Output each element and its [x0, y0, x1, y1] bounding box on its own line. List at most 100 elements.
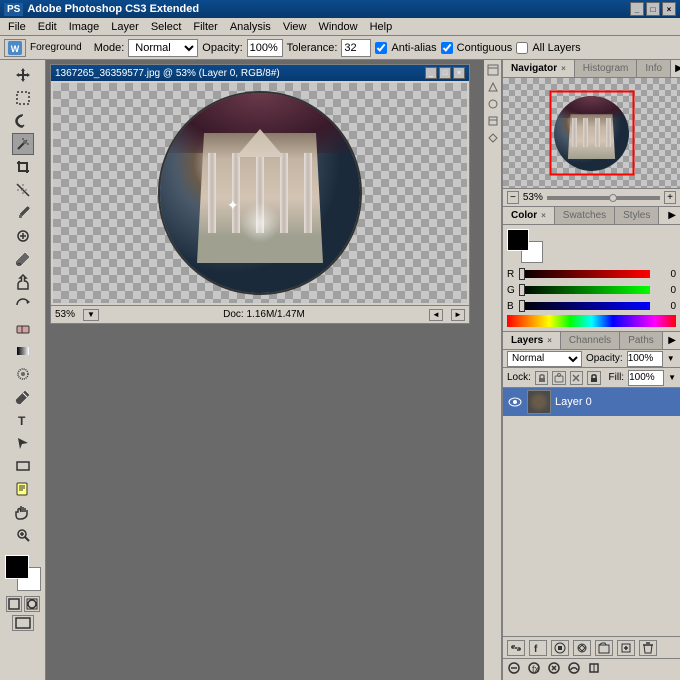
- zoom-out-btn[interactable]: −: [507, 191, 519, 204]
- slice-tool[interactable]: [12, 179, 34, 201]
- tab-color[interactable]: Color ×: [503, 207, 555, 224]
- menu-file[interactable]: File: [2, 20, 32, 34]
- lock-image-btn[interactable]: [552, 371, 565, 385]
- new-layer-btn[interactable]: [617, 640, 635, 656]
- panel-toggle-btn-4[interactable]: [485, 113, 501, 129]
- tab-color-close[interactable]: ×: [541, 211, 546, 220]
- eraser-tool[interactable]: [12, 317, 34, 339]
- panel-toggle-btn-2[interactable]: [485, 79, 501, 95]
- opacity-arrow[interactable]: ▼: [667, 354, 675, 363]
- anti-alias-checkbox[interactable]: [375, 42, 387, 54]
- shape-tool[interactable]: [12, 455, 34, 477]
- layers-bottom-icon-2[interactable]: fx: [527, 661, 541, 678]
- g-slider[interactable]: [519, 286, 650, 294]
- foreground-color-box[interactable]: [507, 229, 529, 251]
- add-style-btn[interactable]: f: [529, 640, 547, 656]
- fill-input[interactable]: [628, 370, 664, 386]
- tab-channels[interactable]: Channels: [561, 332, 620, 349]
- tab-paths[interactable]: Paths: [620, 332, 663, 349]
- menu-image[interactable]: Image: [63, 20, 106, 34]
- layers-bottom-icon-3[interactable]: [547, 661, 561, 678]
- menu-view[interactable]: View: [277, 20, 313, 34]
- zoom-slider[interactable]: [547, 196, 660, 200]
- type-tool[interactable]: T: [12, 409, 34, 431]
- opacity-input[interactable]: [247, 39, 283, 57]
- menu-analysis[interactable]: Analysis: [224, 20, 277, 34]
- navigator-panel-menu-btn[interactable]: ▶: [671, 61, 680, 76]
- tab-navigator[interactable]: Navigator ×: [503, 60, 575, 77]
- tolerance-input[interactable]: [341, 39, 371, 57]
- clone-stamp-tool[interactable]: [12, 271, 34, 293]
- healing-brush-tool[interactable]: [12, 225, 34, 247]
- screen-mode-btn[interactable]: [12, 615, 34, 631]
- zoom-menu-btn[interactable]: ▼: [83, 309, 99, 321]
- menu-help[interactable]: Help: [364, 20, 399, 34]
- all-layers-checkbox[interactable]: [516, 42, 528, 54]
- link-layers-btn[interactable]: [507, 640, 525, 656]
- hand-tool[interactable]: [12, 501, 34, 523]
- foreground-color-swatch[interactable]: [5, 555, 29, 579]
- doc-close-btn[interactable]: ×: [453, 67, 465, 79]
- layer-row-0[interactable]: Layer 0: [503, 388, 680, 416]
- add-mask-btn[interactable]: [551, 640, 569, 656]
- lock-transparent-btn[interactable]: [535, 371, 548, 385]
- eyedropper-tool[interactable]: [12, 202, 34, 224]
- menu-select[interactable]: Select: [145, 20, 188, 34]
- lasso-tool[interactable]: [12, 110, 34, 132]
- minimize-button[interactable]: _: [630, 2, 644, 16]
- menu-edit[interactable]: Edit: [32, 20, 63, 34]
- tab-info[interactable]: Info: [637, 60, 671, 77]
- crop-tool[interactable]: [12, 156, 34, 178]
- standard-mode-btn[interactable]: [6, 596, 22, 612]
- gradient-tool[interactable]: [12, 340, 34, 362]
- r-slider[interactable]: [519, 270, 650, 278]
- zoom-in-btn[interactable]: +: [664, 191, 676, 204]
- layers-bottom-icon-4[interactable]: [567, 661, 581, 678]
- lock-all-btn[interactable]: [587, 371, 600, 385]
- document-canvas[interactable]: ✦: [53, 83, 467, 303]
- menu-layer[interactable]: Layer: [105, 20, 145, 34]
- color-spectrum[interactable]: [507, 315, 676, 327]
- marquee-tool[interactable]: [12, 87, 34, 109]
- menu-filter[interactable]: Filter: [187, 20, 223, 34]
- doc-minimize-btn[interactable]: _: [425, 67, 437, 79]
- move-tool[interactable]: [12, 64, 34, 86]
- lock-position-btn[interactable]: [570, 371, 583, 385]
- layers-bottom-icon-1[interactable]: [507, 661, 521, 678]
- magic-wand-tool[interactable]: [12, 133, 34, 155]
- add-adjustment-btn[interactable]: [573, 640, 591, 656]
- brush-tool[interactable]: [12, 248, 34, 270]
- tab-navigator-close[interactable]: ×: [561, 64, 566, 73]
- zoom-tool[interactable]: [12, 524, 34, 546]
- close-button[interactable]: ×: [662, 2, 676, 16]
- navigator-preview[interactable]: [503, 78, 680, 188]
- layers-bottom-icon-5[interactable]: [587, 661, 601, 678]
- b-slider[interactable]: [519, 302, 650, 310]
- tab-histogram[interactable]: Histogram: [575, 60, 638, 77]
- layers-panel-menu-btn[interactable]: ▶: [664, 333, 680, 348]
- quick-mask-btn[interactable]: [24, 596, 40, 612]
- pen-tool[interactable]: [12, 386, 34, 408]
- maximize-button[interactable]: □: [646, 2, 660, 16]
- delete-layer-btn[interactable]: [639, 640, 657, 656]
- notes-tool[interactable]: [12, 478, 34, 500]
- menu-window[interactable]: Window: [312, 20, 363, 34]
- blur-tool[interactable]: [12, 363, 34, 385]
- panel-toggle-btn-3[interactable]: [485, 96, 501, 112]
- path-selection-tool[interactable]: [12, 432, 34, 454]
- tab-swatches[interactable]: Swatches: [555, 207, 615, 224]
- tab-layers[interactable]: Layers ×: [503, 332, 561, 349]
- tab-layers-close[interactable]: ×: [547, 336, 552, 345]
- doc-info-arrow-left[interactable]: ◄: [429, 309, 443, 321]
- fill-arrow[interactable]: ▼: [668, 373, 676, 382]
- doc-info-arrow-right[interactable]: ►: [451, 309, 465, 321]
- doc-maximize-btn[interactable]: □: [439, 67, 451, 79]
- opacity-input[interactable]: [627, 351, 663, 367]
- panel-toggle-btn-1[interactable]: [485, 62, 501, 78]
- mode-select[interactable]: Normal: [128, 39, 198, 57]
- tool-preset-picker[interactable]: W: [4, 39, 26, 57]
- history-brush-tool[interactable]: [12, 294, 34, 316]
- blend-mode-select[interactable]: Normal: [507, 351, 582, 367]
- layer-visibility-eye[interactable]: [507, 394, 523, 410]
- tab-styles[interactable]: Styles: [615, 207, 659, 224]
